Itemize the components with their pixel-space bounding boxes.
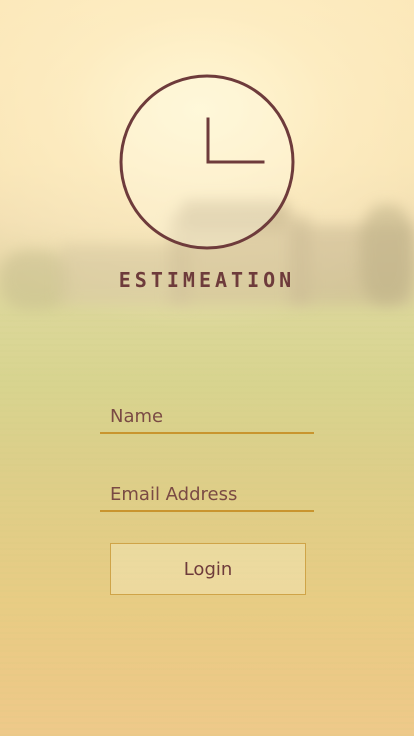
brand-name: ESTIMEATION bbox=[118, 268, 296, 292]
email-input[interactable] bbox=[110, 480, 310, 508]
clock-icon bbox=[119, 74, 295, 250]
name-field-container bbox=[100, 400, 314, 434]
name-input[interactable] bbox=[110, 402, 310, 430]
background-grass bbox=[0, 310, 414, 736]
email-field-container bbox=[100, 478, 314, 512]
login-button[interactable]: Login bbox=[110, 543, 306, 595]
